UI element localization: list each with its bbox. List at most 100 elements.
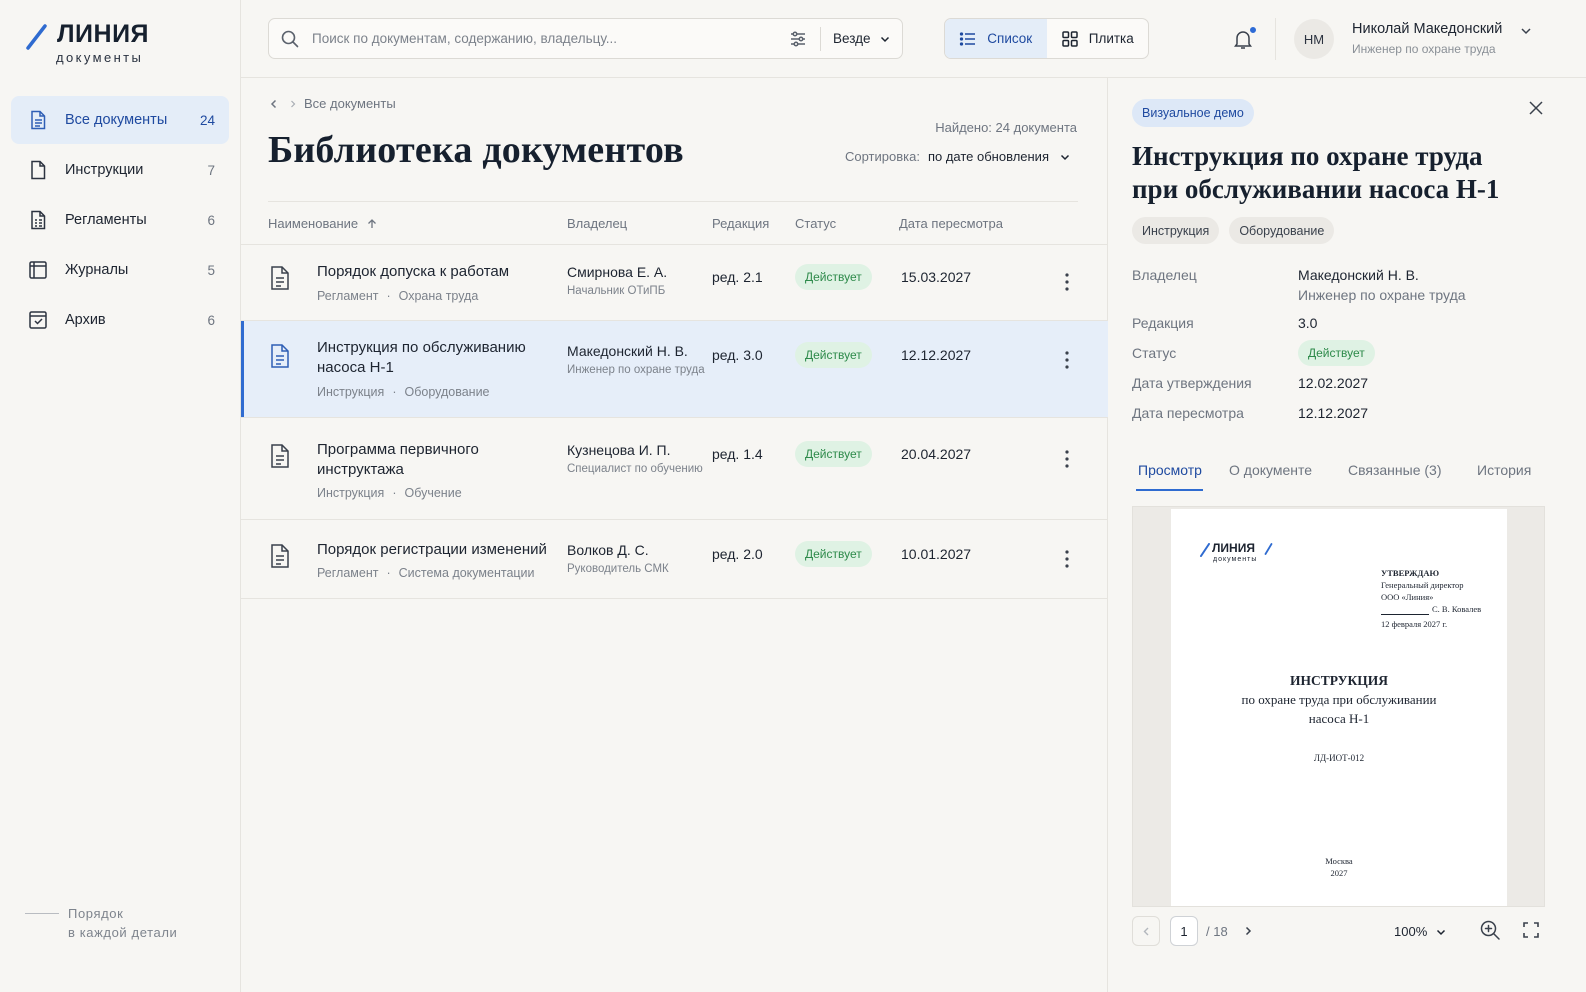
owner-role: Начальник ОТиПБ	[567, 285, 666, 297]
preview-year: 2027	[1330, 868, 1348, 878]
notification-dot	[1249, 26, 1257, 34]
owner-role: Инженер по охране труда	[567, 364, 705, 376]
document-icon	[271, 266, 289, 290]
file-text-icon	[31, 110, 46, 130]
tag[interactable]: Инструкция	[1132, 217, 1220, 244]
document-detail-panel: Визуальное демо Инструкция по охране тру…	[1109, 78, 1586, 992]
zoom-select[interactable]: 100%	[1394, 924, 1447, 939]
owner-name: Волков Д. С.	[567, 542, 649, 558]
document-type: Инструкция	[317, 385, 385, 399]
chevron-down-icon	[1437, 929, 1446, 935]
chevron-right-icon[interactable]	[1242, 925, 1254, 937]
document-title[interactable]: Порядок допуска к работам	[317, 262, 557, 282]
status-badge: Действует	[795, 541, 872, 567]
breadcrumb-item[interactable]: Все документы	[304, 96, 396, 111]
filter-settings-icon[interactable]	[788, 29, 808, 49]
search-scope-select[interactable]: Везде	[833, 31, 891, 46]
preview-doc-line-1: по охране труда при обслуживании	[1241, 692, 1437, 707]
property-subvalue: Инженер по охране труда	[1298, 287, 1466, 303]
sidebar-item-count: 6	[207, 212, 215, 228]
view-tiles-button[interactable]: Плитка	[1047, 19, 1149, 58]
fullscreen-icon[interactable]	[1522, 921, 1540, 939]
logo-slash-icon	[26, 24, 47, 50]
avatar[interactable]: НМ	[1294, 19, 1334, 59]
column-header-owner[interactable]: Владелец	[567, 216, 627, 231]
owner-role: Руководитель СМК	[567, 563, 669, 575]
logo[interactable]: ЛИНИЯ документы	[25, 20, 185, 68]
tag[interactable]: Оборудование	[1229, 217, 1335, 244]
more-vertical-icon[interactable]	[1059, 349, 1075, 371]
header-divider	[1275, 18, 1276, 60]
chevron-down-icon[interactable]	[1519, 24, 1533, 38]
search-input[interactable]	[312, 31, 780, 46]
document-title[interactable]: Инструкция по обслуживанию насоса Н-1	[317, 338, 557, 378]
sidebar-item-label: Архив	[65, 312, 106, 328]
column-header-revision[interactable]: Редакция	[712, 216, 769, 231]
document-preview[interactable]: ЛИНИЯ документы УТВЕРЖДАЮ Генеральный ди…	[1132, 506, 1545, 907]
more-vertical-icon[interactable]	[1059, 448, 1075, 470]
property-value: 3.0	[1298, 315, 1318, 331]
search-icon	[281, 30, 299, 47]
chevron-right-icon	[291, 100, 296, 107]
results-count: Найдено: 24 документа	[935, 120, 1077, 135]
review-date: 20.04.2027	[901, 446, 972, 462]
status-badge: Действует	[1298, 340, 1375, 366]
sidebar-item-archive[interactable]: Архив 6	[11, 296, 229, 344]
document-title[interactable]: Порядок регистрации изменений	[317, 540, 557, 560]
chevron-left-icon[interactable]	[268, 98, 280, 110]
document-detail-title: Инструкция по охране труда при обслужива…	[1132, 141, 1500, 204]
chevron-down-icon	[1060, 154, 1070, 160]
revision: ред. 2.1	[712, 269, 763, 285]
preview-page: ЛИНИЯ документы УТВЕРЖДАЮ Генеральный ди…	[1171, 509, 1507, 906]
sidebar-item-instructions[interactable]: Инструкции 7	[11, 146, 229, 194]
archive-icon	[29, 311, 47, 329]
table-header: Наименование Владелец Редакция Статус Да…	[268, 201, 1078, 244]
file-icon	[31, 160, 46, 180]
table-row[interactable]: Порядок допуска к работам Регламент · Охра…	[241, 244, 1108, 320]
document-title[interactable]: Программа первичного инструктажа	[317, 440, 557, 480]
more-vertical-icon[interactable]	[1059, 271, 1075, 293]
close-icon[interactable]	[1527, 99, 1545, 117]
column-header-status[interactable]: Статус	[795, 216, 836, 231]
active-tab-indicator	[1136, 489, 1203, 491]
document-icon	[271, 344, 289, 368]
sort-control[interactable]: Сортировка: по дате обновления	[845, 149, 1071, 164]
tab-history[interactable]: История	[1477, 462, 1531, 478]
zoom-in-icon[interactable]	[1479, 919, 1501, 941]
property-key: Редакция	[1132, 315, 1194, 331]
document-meta: Регламент · Охрана труда	[317, 289, 479, 303]
tab-about[interactable]: О документе	[1229, 462, 1312, 478]
sidebar-nav: Все документы 24 Инструкции 7 Регламенты…	[11, 96, 229, 346]
search-box: Везде	[268, 18, 903, 59]
table-row[interactable]: Программа первичного инструктажа Инструк…	[241, 417, 1108, 519]
sidebar-item-regulations[interactable]: Регламенты 6	[11, 196, 229, 244]
sidebar-item-all-documents[interactable]: Все документы 24	[11, 96, 229, 144]
property-value: 12.12.2027	[1298, 405, 1369, 421]
sidebar-item-count: 5	[207, 262, 215, 278]
table-row[interactable]: Порядок регистрации изменений Регламент ·…	[241, 519, 1108, 599]
document-category: Система документации	[398, 566, 535, 580]
sidebar-item-journals[interactable]: Журналы 5	[11, 246, 229, 294]
tab-related[interactable]: Связанные (3)	[1348, 462, 1442, 478]
tab-preview[interactable]: Просмотр	[1138, 462, 1202, 478]
document-type: Регламент	[317, 566, 379, 580]
more-vertical-icon[interactable]	[1059, 548, 1075, 570]
preview-doc-line-2: насоса Н-1	[1308, 711, 1370, 726]
revision: ред. 1.4	[712, 446, 763, 462]
previous-page-button[interactable]	[1132, 916, 1160, 946]
breadcrumb: Все документы	[268, 96, 396, 111]
table-row[interactable]: Инструкция по обслуживанию насоса Н-1 Ин…	[241, 320, 1108, 417]
column-header-review-date[interactable]: Дата пересмотра	[899, 216, 1003, 231]
zoom-value: 100%	[1394, 924, 1428, 939]
sort-label: Сортировка:	[844, 149, 920, 164]
page-number-input[interactable]	[1170, 916, 1198, 946]
user-name[interactable]: Николай Македонский	[1352, 21, 1502, 37]
sort-value[interactable]: по дате обновления	[928, 149, 1049, 164]
review-date: 12.12.2027	[901, 347, 972, 363]
review-date: 10.01.2027	[901, 546, 972, 562]
property-key: Владелец	[1132, 267, 1197, 283]
column-header-name[interactable]: Наименование	[268, 216, 378, 231]
view-list-button[interactable]: Список	[945, 19, 1047, 58]
user-role: Инженер по охране труда	[1352, 42, 1496, 56]
property-value: Македонский Н. В.	[1298, 267, 1419, 283]
